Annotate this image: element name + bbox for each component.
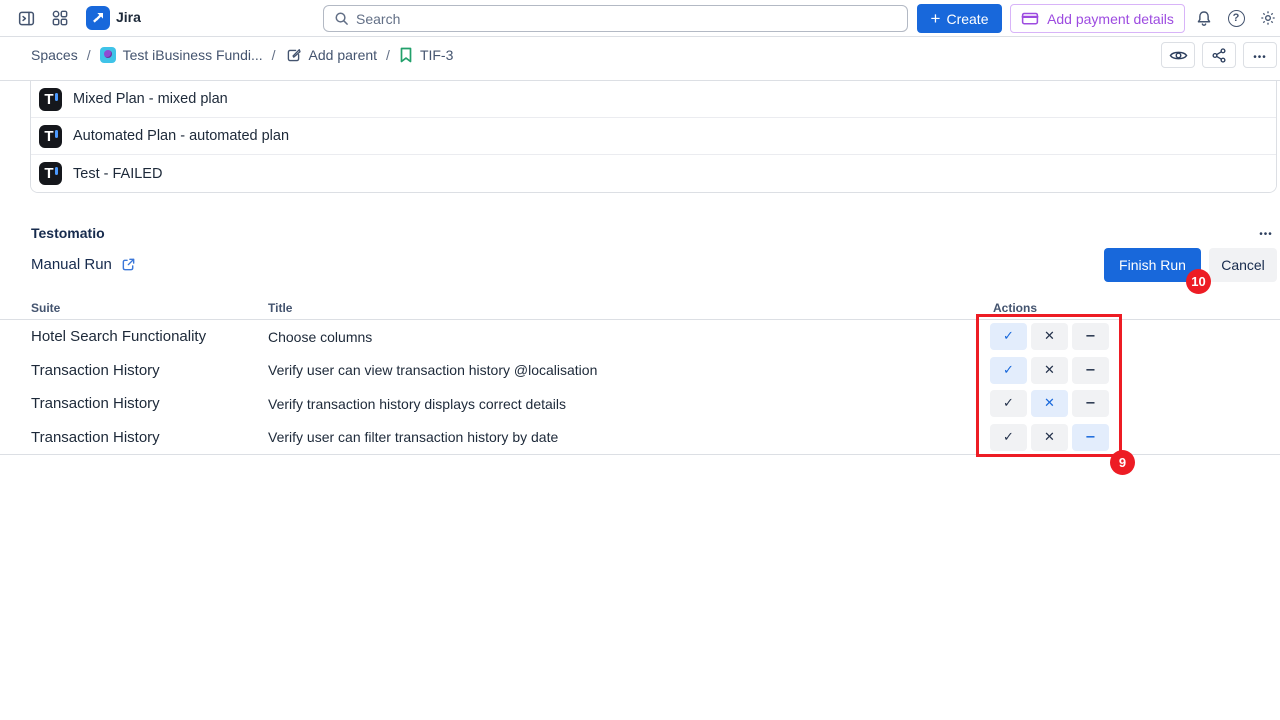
notifications-bell-icon[interactable] xyxy=(1192,6,1216,30)
share-icon[interactable] xyxy=(1202,42,1236,68)
breadcrumb-separator: / xyxy=(386,47,390,63)
mark-passed-button[interactable]: ✓ xyxy=(990,323,1027,350)
testomatio-logo-icon: T xyxy=(39,88,62,111)
plus-icon: + xyxy=(931,10,941,27)
more-options-icon[interactable] xyxy=(1243,42,1277,68)
project-avatar xyxy=(100,47,116,63)
help-icon[interactable]: ? xyxy=(1224,6,1248,30)
section-title: Testomatio xyxy=(31,225,105,241)
mark-failed-button[interactable]: ✕ xyxy=(1031,323,1068,350)
sidebar-toggle-icon[interactable] xyxy=(14,6,38,30)
breadcrumb-spaces[interactable]: Spaces xyxy=(31,47,78,63)
plans-list-panel: T Mixed Plan - mixed plan T Automated Pl… xyxy=(30,81,1277,193)
column-header-actions: Actions xyxy=(990,301,1037,315)
mark-skipped-button[interactable]: − xyxy=(1072,390,1109,417)
search-icon xyxy=(334,11,349,26)
add-payment-details-button[interactable]: Add payment details xyxy=(1010,4,1185,33)
manual-run-link[interactable]: Manual Run xyxy=(31,256,136,273)
cancel-button[interactable]: Cancel xyxy=(1209,248,1277,282)
watch-eye-icon[interactable] xyxy=(1161,42,1195,68)
annotation-badge-10: 10 xyxy=(1186,269,1211,294)
bookmark-icon xyxy=(399,47,413,63)
breadcrumb-add-parent[interactable]: Add parent xyxy=(285,47,378,64)
table-row: Transaction History Verify user can filt… xyxy=(0,421,1280,455)
breadcrumb-separator: / xyxy=(272,47,276,63)
testomatio-logo-icon: T xyxy=(39,125,62,148)
jira-logo-icon[interactable] xyxy=(86,6,110,30)
create-button[interactable]: + Create xyxy=(917,4,1002,33)
section-more-icon[interactable] xyxy=(1254,222,1278,242)
breadcrumb-separator: / xyxy=(87,47,91,63)
list-item[interactable]: T Mixed Plan - mixed plan xyxy=(31,81,1276,118)
mark-passed-button[interactable]: ✓ xyxy=(990,424,1027,451)
column-header-title: Title xyxy=(268,301,990,315)
list-item[interactable]: T Automated Plan - automated plan xyxy=(31,118,1276,155)
mark-passed-button[interactable]: ✓ xyxy=(990,357,1027,384)
table-row: Transaction History Verify transaction h… xyxy=(0,387,1280,421)
breadcrumb: Spaces / Test iBusiness Fundi... / Add p… xyxy=(31,37,453,73)
table-row: Hotel Search Functionality Choose column… xyxy=(0,320,1280,354)
testomatio-logo-icon: T xyxy=(39,162,62,185)
table-row: Transaction History Verify user can view… xyxy=(0,354,1280,388)
breadcrumb-project[interactable]: Test iBusiness Fundi... xyxy=(100,47,263,63)
column-header-suite: Suite xyxy=(31,301,268,315)
test-run-table: Suite Title Actions Hotel Search Functio… xyxy=(0,296,1280,455)
mark-passed-button[interactable]: ✓ xyxy=(990,390,1027,417)
external-link-icon xyxy=(121,257,136,272)
edit-pencil-icon xyxy=(285,47,302,64)
list-item[interactable]: T Test - FAILED xyxy=(31,155,1276,192)
breadcrumb-issue[interactable]: TIF-3 xyxy=(399,47,453,63)
mark-failed-button[interactable]: ✕ xyxy=(1031,424,1068,451)
app-title: Jira xyxy=(116,9,141,25)
mark-skipped-button[interactable]: − xyxy=(1072,323,1109,350)
app-switcher-icon[interactable] xyxy=(48,6,72,30)
mark-failed-button[interactable]: ✕ xyxy=(1031,357,1068,384)
settings-gear-icon[interactable] xyxy=(1256,6,1280,30)
mark-skipped-button[interactable]: − xyxy=(1072,357,1109,384)
mark-failed-button[interactable]: ✕ xyxy=(1031,390,1068,417)
jira-app-window: Jira + Create Add payment details ? xyxy=(0,0,1280,720)
mark-skipped-button[interactable]: − xyxy=(1072,424,1109,451)
credit-card-icon xyxy=(1021,11,1039,26)
breadcrumb-bar: Spaces / Test iBusiness Fundi... / Add p… xyxy=(0,37,1280,80)
global-search[interactable] xyxy=(323,5,908,32)
top-navigation-bar: Jira + Create Add payment details ? xyxy=(0,0,1280,37)
annotation-badge-9: 9 xyxy=(1110,450,1135,475)
table-header-row: Suite Title Actions xyxy=(0,296,1280,320)
search-input[interactable] xyxy=(356,11,897,27)
